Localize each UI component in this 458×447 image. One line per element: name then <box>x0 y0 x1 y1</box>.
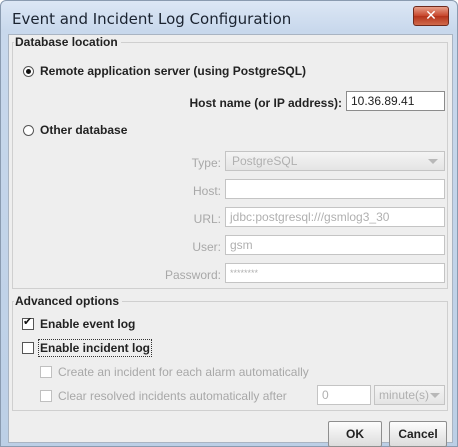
host-input[interactable] <box>225 179 445 199</box>
remote-server-label: Remote application server (using Postgre… <box>40 64 307 78</box>
create-incident-label: Create an incident for each alarm automa… <box>58 365 309 379</box>
url-label: URL: <box>193 212 221 226</box>
clear-after-input[interactable]: 0 <box>317 385 371 405</box>
host-name-input[interactable]: 10.36.89.41 <box>346 91 445 111</box>
type-label: Type: <box>191 156 221 170</box>
window-title: Event and Incident Log Configuration <box>12 10 292 28</box>
user-label: User: <box>192 240 221 254</box>
dialog-content: Database location Remote application ser… <box>8 34 453 447</box>
ok-button[interactable]: OK <box>328 421 382 447</box>
other-database-label: Other database <box>40 123 128 137</box>
enable-incident-log-checkbox[interactable] <box>22 342 34 354</box>
database-location-legend: Database location <box>14 35 121 49</box>
other-database-radio[interactable] <box>23 125 34 136</box>
remote-server-radio[interactable] <box>23 66 34 77</box>
enable-event-log-checkbox[interactable]: ✔ <box>22 315 34 330</box>
password-label: Password: <box>164 268 221 282</box>
clear-after-unit-value: minute(s) <box>379 388 430 402</box>
chevron-down-icon <box>430 393 440 398</box>
close-icon: ✕ <box>425 8 437 24</box>
enable-incident-log-label: Enable incident log <box>37 339 153 357</box>
cancel-button[interactable]: Cancel <box>389 421 447 447</box>
type-select-value: PostgreSQL <box>232 154 298 168</box>
chevron-down-icon <box>428 159 438 164</box>
create-incident-checkbox[interactable] <box>40 366 52 378</box>
user-input[interactable]: gsm <box>225 235 445 255</box>
close-button[interactable]: ✕ <box>413 6 449 26</box>
host-name-label: Host name (or IP address): <box>189 96 342 110</box>
dialog-window: Event and Incident Log Configuration ✕ D… <box>0 0 458 447</box>
check-icon: ✔ <box>23 315 33 328</box>
clear-after-unit-select[interactable]: minute(s) <box>374 385 445 405</box>
password-input[interactable]: ******** <box>225 263 445 283</box>
clear-resolved-label: Clear resolved incidents automatically a… <box>58 389 287 403</box>
url-input[interactable]: jdbc:postgresql:///gsmlog3_30 <box>225 207 445 227</box>
enable-event-log-label: Enable event log <box>40 317 136 331</box>
advanced-options-legend: Advanced options <box>14 294 123 308</box>
host-label: Host: <box>192 184 221 198</box>
clear-resolved-checkbox[interactable] <box>40 390 52 402</box>
title-bar[interactable]: Event and Incident Log Configuration ✕ <box>1 1 457 35</box>
type-select[interactable]: PostgreSQL <box>225 151 445 171</box>
